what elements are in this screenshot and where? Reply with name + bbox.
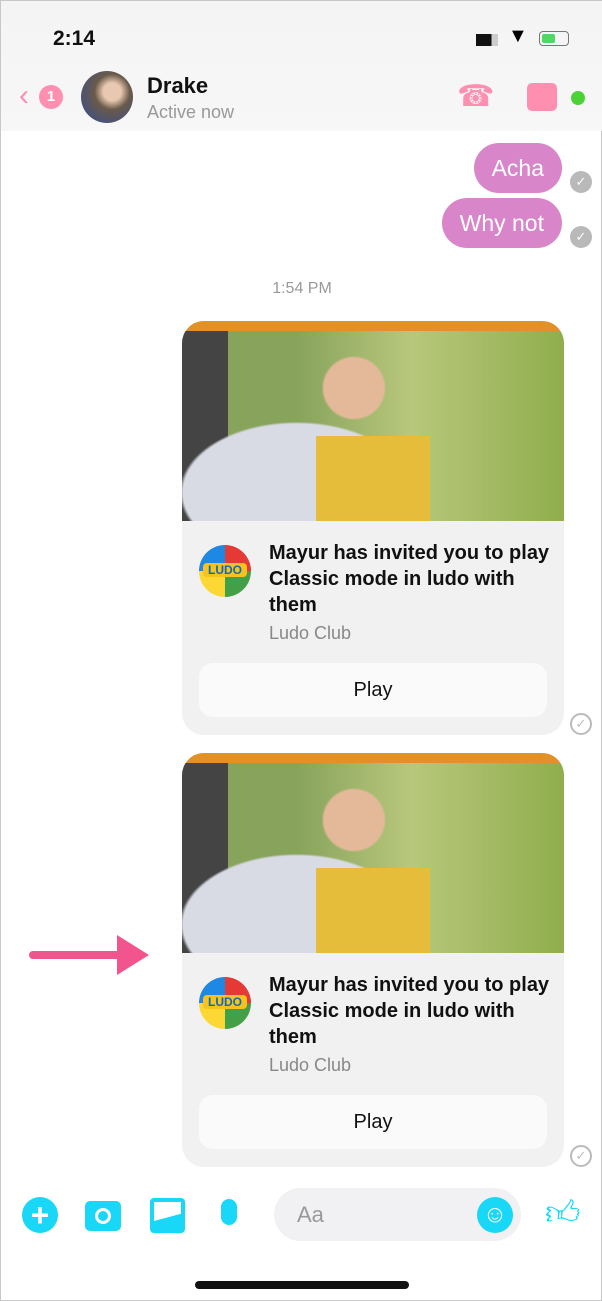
game-invite-card[interactable]: LUDO Mayur has invited you to play Class… <box>182 753 564 1167</box>
back-button[interactable]: ‹ <box>19 79 29 113</box>
status-time: 2:14 <box>53 27 96 50</box>
message-bubble[interactable]: Acha <box>473 143 562 193</box>
home-indicator <box>195 1281 409 1289</box>
emoji-icon[interactable]: ☺ <box>477 1197 513 1233</box>
invite-title: Mayur has invited you to play Classic mo… <box>269 542 550 616</box>
contact-status: Active now <box>147 102 235 122</box>
battery-icon <box>539 31 569 46</box>
annotation-arrow-icon <box>29 935 149 975</box>
play-button[interactable]: Play <box>199 663 547 717</box>
game-invite-card[interactable]: LUDO Mayur has invited you to play Class… <box>182 321 564 735</box>
plus-icon[interactable]: + <box>22 1197 58 1233</box>
camera-icon[interactable] <box>85 1201 121 1231</box>
avatar[interactable] <box>81 71 133 123</box>
message-bubble[interactable]: Why not <box>441 198 562 248</box>
online-dot <box>571 91 585 105</box>
invite-title: Mayur has invited you to play Classic mo… <box>269 974 550 1048</box>
wifi-icon: ▼ <box>508 25 528 47</box>
invite-photo <box>182 321 564 521</box>
signal-icon <box>476 34 498 46</box>
read-check-icon: ✓ <box>570 226 592 248</box>
image-icon[interactable] <box>150 1198 185 1233</box>
message-input-placeholder: Aa <box>297 1202 324 1227</box>
timestamp: 1:54 PM <box>272 280 332 297</box>
ludo-club-logo: LUDO <box>199 545 251 597</box>
contact-name[interactable]: Drake <box>147 73 208 99</box>
play-button[interactable]: Play <box>199 1095 547 1149</box>
read-check-icon: ✓ <box>570 713 592 735</box>
phone-icon[interactable]: ☎ <box>457 79 494 114</box>
thumbs-up-icon[interactable]: 👍︎ <box>545 1193 581 1234</box>
ludo-club-logo: LUDO <box>199 977 251 1029</box>
invite-photo <box>182 753 564 953</box>
read-check-icon: ✓ <box>570 1145 592 1167</box>
invite-source: Ludo Club <box>269 1055 352 1075</box>
microphone-icon[interactable] <box>221 1199 237 1225</box>
back-badge: 1 <box>39 85 63 109</box>
read-check-icon: ✓ <box>570 171 592 193</box>
invite-source: Ludo Club <box>269 623 352 643</box>
video-call-icon[interactable] <box>527 83 557 111</box>
